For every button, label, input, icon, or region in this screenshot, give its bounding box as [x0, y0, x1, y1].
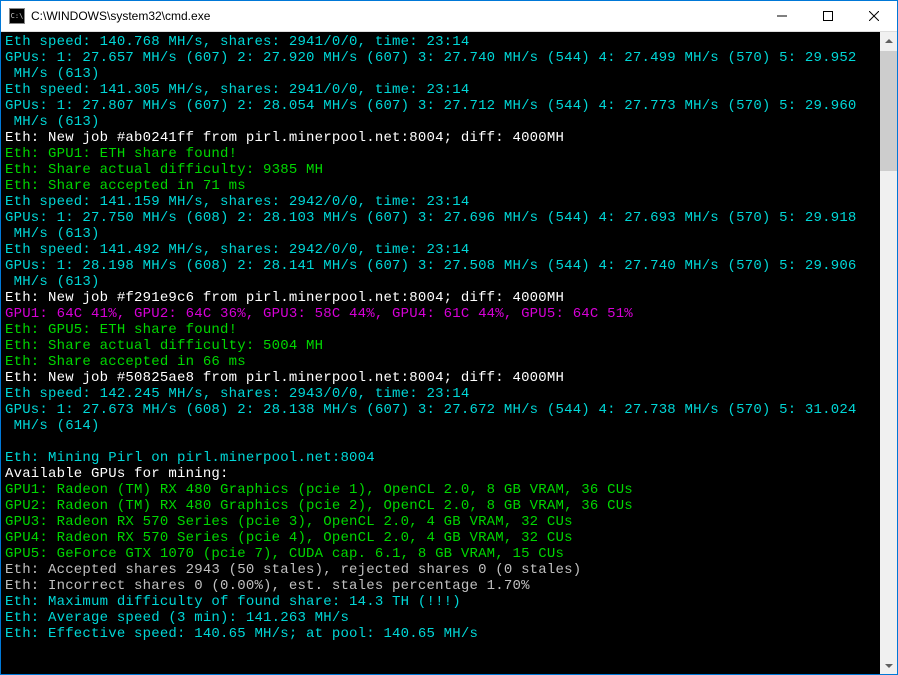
text-run: Eth: New job #ab0241ff from pirl.minerpo…	[5, 130, 564, 146]
chevron-up-icon	[885, 39, 893, 43]
text-run: Eth: Mining Pirl on pirl.minerpool.net:8…	[5, 450, 375, 466]
terminal-area: Eth speed: 140.768 MH/s, shares: 2941/0/…	[1, 32, 897, 674]
close-button[interactable]	[851, 1, 897, 31]
terminal-line: Eth: Average speed (3 min): 141.263 MH/s	[5, 610, 876, 626]
terminal-line: GPUs: 1: 27.673 MH/s (608) 2: 28.138 MH/…	[5, 402, 876, 418]
text-run: GPU2: Radeon (TM) RX 480 Graphics (pcie …	[5, 498, 633, 514]
text-run: Eth speed: 142.245 MH/s, shares: 2943/0/…	[5, 386, 469, 402]
text-run: Eth: Average speed (3 min): 141.263 MH/s	[5, 610, 349, 626]
maximize-icon	[823, 11, 833, 21]
cmd-icon: C:\	[9, 8, 25, 24]
close-icon	[869, 11, 879, 21]
minimize-button[interactable]	[759, 1, 805, 31]
terminal-line: GPUs: 1: 27.657 MH/s (607) 2: 27.920 MH/…	[5, 50, 876, 66]
terminal-line: Eth: Effective speed: 140.65 MH/s; at po…	[5, 626, 876, 642]
text-run: MH/s (613)	[5, 66, 100, 82]
minimize-icon	[777, 11, 787, 21]
terminal-line: Eth speed: 142.245 MH/s, shares: 2943/0/…	[5, 386, 876, 402]
text-run: Available GPUs for mining:	[5, 466, 229, 482]
text-run: GPU1: 64C 41%, GPU2: 64C 36%, GPU3: 58C …	[5, 306, 633, 322]
text-run: Eth: Incorrect shares 0 (0.00%), est. st…	[5, 578, 530, 594]
terminal-line: Eth: Share accepted in 71 ms	[5, 178, 876, 194]
terminal-line: Eth: GPU5: ETH share found!	[5, 322, 876, 338]
terminal-line: Eth speed: 141.305 MH/s, shares: 2941/0/…	[5, 82, 876, 98]
maximize-button[interactable]	[805, 1, 851, 31]
scroll-down-button[interactable]	[880, 657, 897, 674]
terminal-line: Eth: Share accepted in 66 ms	[5, 354, 876, 370]
terminal-line: GPU4: Radeon RX 570 Series (pcie 4), Ope…	[5, 530, 876, 546]
terminal-line: GPU5: GeForce GTX 1070 (pcie 7), CUDA ca…	[5, 546, 876, 562]
terminal-line: Eth: Mining Pirl on pirl.minerpool.net:8…	[5, 450, 876, 466]
text-run: GPUs: 1: 27.750 MH/s (608) 2: 28.103 MH/…	[5, 210, 857, 226]
text-run: Eth: GPU1: ETH share found!	[5, 146, 237, 162]
terminal-line: MH/s (613)	[5, 114, 876, 130]
terminal-line: MH/s (613)	[5, 226, 876, 242]
terminal-line: Eth: Share actual difficulty: 9385 MH	[5, 162, 876, 178]
terminal-line	[5, 434, 876, 450]
scroll-track[interactable]	[880, 49, 897, 657]
terminal-line: GPU3: Radeon RX 570 Series (pcie 3), Ope…	[5, 514, 876, 530]
terminal-line: Eth speed: 141.159 MH/s, shares: 2942/0/…	[5, 194, 876, 210]
terminal-line: MH/s (613)	[5, 274, 876, 290]
titlebar[interactable]: C:\ C:\WINDOWS\system32\cmd.exe	[1, 1, 897, 32]
text-run: MH/s (614)	[5, 418, 100, 434]
text-run: Eth: Share actual difficulty: 5004 MH	[5, 338, 323, 354]
text-run: Eth: GPU5: ETH share found!	[5, 322, 237, 338]
text-run: Eth: Share accepted in 71 ms	[5, 178, 246, 194]
text-run: Eth: Share actual difficulty: 9385 MH	[5, 162, 323, 178]
text-run: MH/s (613)	[5, 274, 100, 290]
text-run: Eth speed: 141.159 MH/s, shares: 2942/0/…	[5, 194, 469, 210]
terminal-line: Eth: Accepted shares 2943 (50 stales), r…	[5, 562, 876, 578]
terminal-line: Available GPUs for mining:	[5, 466, 876, 482]
text-run: GPU3: Radeon RX 570 Series (pcie 3), Ope…	[5, 514, 573, 530]
terminal-line: Eth: New job #f291e9c6 from pirl.minerpo…	[5, 290, 876, 306]
text-run: Eth speed: 140.768 MH/s, shares: 2941/0/…	[5, 34, 469, 50]
text-run: GPUs: 1: 27.807 MH/s (607) 2: 28.054 MH/…	[5, 98, 857, 114]
text-run: Eth: New job #50825ae8 from pirl.minerpo…	[5, 370, 564, 386]
terminal-line: GPU1: 64C 41%, GPU2: 64C 36%, GPU3: 58C …	[5, 306, 876, 322]
scroll-up-button[interactable]	[880, 32, 897, 49]
text-run: GPUs: 1: 27.673 MH/s (608) 2: 28.138 MH/…	[5, 402, 857, 418]
text-run: Eth: New job #f291e9c6 from pirl.minerpo…	[5, 290, 564, 306]
text-run: GPU1: Radeon (TM) RX 480 Graphics (pcie …	[5, 482, 633, 498]
chevron-down-icon	[885, 664, 893, 668]
text-run: GPUs: 1: 28.198 MH/s (608) 2: 28.141 MH/…	[5, 258, 857, 274]
terminal-line: MH/s (613)	[5, 66, 876, 82]
terminal-line: Eth speed: 140.768 MH/s, shares: 2941/0/…	[5, 34, 876, 50]
scrollbar[interactable]	[880, 32, 897, 674]
text-run: GPUs: 1: 27.657 MH/s (607) 2: 27.920 MH/…	[5, 50, 857, 66]
text-run: MH/s (613)	[5, 226, 100, 242]
terminal-line: GPU2: Radeon (TM) RX 480 Graphics (pcie …	[5, 498, 876, 514]
terminal-line: Eth: New job #50825ae8 from pirl.minerpo…	[5, 370, 876, 386]
text-run: Eth speed: 141.492 MH/s, shares: 2942/0/…	[5, 242, 469, 258]
terminal-line: MH/s (614)	[5, 418, 876, 434]
terminal-line: GPU1: Radeon (TM) RX 480 Graphics (pcie …	[5, 482, 876, 498]
text-run: Eth: Effective speed: 140.65 MH/s; at po…	[5, 626, 478, 642]
terminal-line: Eth: New job #ab0241ff from pirl.minerpo…	[5, 130, 876, 146]
cmd-window: C:\ C:\WINDOWS\system32\cmd.exe Eth spee…	[0, 0, 898, 675]
terminal-line: Eth: Maximum difficulty of found share: …	[5, 594, 876, 610]
text-run: Eth speed: 141.305 MH/s, shares: 2941/0/…	[5, 82, 469, 98]
window-title: C:\WINDOWS\system32\cmd.exe	[31, 9, 759, 23]
text-run: GPU5: GeForce GTX 1070 (pcie 7), CUDA ca…	[5, 546, 564, 562]
text-run: Eth: Accepted shares 2943 (50 stales), r…	[5, 562, 581, 578]
text-run	[5, 434, 14, 450]
text-run: Eth: Share accepted in 66 ms	[5, 354, 246, 370]
terminal-line: Eth: Incorrect shares 0 (0.00%), est. st…	[5, 578, 876, 594]
text-run: GPU4: Radeon RX 570 Series (pcie 4), Ope…	[5, 530, 573, 546]
text-run: MH/s (613)	[5, 114, 100, 130]
terminal-line: Eth: Share actual difficulty: 5004 MH	[5, 338, 876, 354]
terminal-line: GPUs: 1: 28.198 MH/s (608) 2: 28.141 MH/…	[5, 258, 876, 274]
scroll-thumb[interactable]	[880, 51, 897, 171]
terminal-output[interactable]: Eth speed: 140.768 MH/s, shares: 2941/0/…	[1, 32, 880, 674]
text-run: Eth: Maximum difficulty of found share: …	[5, 594, 461, 610]
terminal-line: Eth: GPU1: ETH share found!	[5, 146, 876, 162]
terminal-line: GPUs: 1: 27.750 MH/s (608) 2: 28.103 MH/…	[5, 210, 876, 226]
window-controls	[759, 1, 897, 31]
terminal-line: Eth speed: 141.492 MH/s, shares: 2942/0/…	[5, 242, 876, 258]
terminal-line: GPUs: 1: 27.807 MH/s (607) 2: 28.054 MH/…	[5, 98, 876, 114]
